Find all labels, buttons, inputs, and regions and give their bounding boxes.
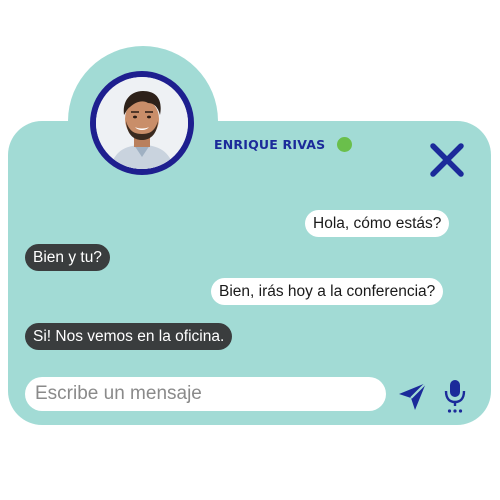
- message-bubble-outgoing: Hola, cómo estás?: [305, 210, 450, 237]
- avatar[interactable]: [90, 71, 194, 175]
- close-icon[interactable]: [428, 141, 466, 179]
- online-status-dot: [337, 137, 352, 152]
- microphone-icon[interactable]: [442, 378, 468, 414]
- contact-name: ENRIQUE RIVAS: [214, 137, 326, 152]
- person-portrait-icon: [96, 77, 188, 169]
- avatar-photo: [96, 77, 188, 169]
- message-bubble-incoming: Si! Nos vemos en la oficina.: [25, 323, 233, 350]
- message-input[interactable]: [25, 377, 386, 411]
- message-bubble-incoming: Bien y tu?: [25, 244, 110, 271]
- chat-widget: ENRIQUE RIVAS Hola, cómo estás? Bien y t…: [0, 0, 500, 500]
- send-icon[interactable]: [397, 380, 429, 412]
- message-bubble-outgoing: Bien, irás hoy a la conferencia?: [211, 278, 444, 305]
